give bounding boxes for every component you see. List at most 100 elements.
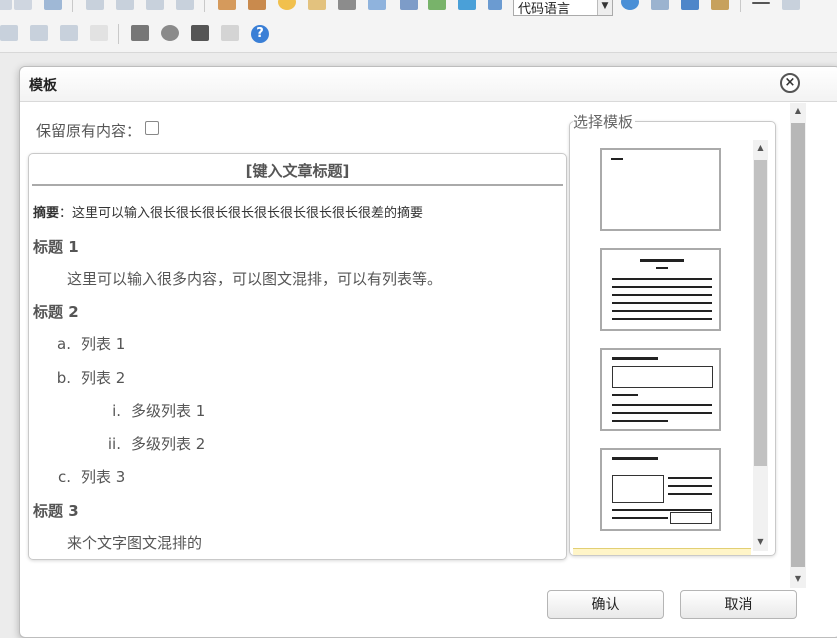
- webapp-icon[interactable]: [621, 0, 639, 10]
- list-item: ii. 多级列表 2: [101, 433, 205, 454]
- list-text: 列表 2: [81, 369, 126, 387]
- align-justify-icon[interactable]: [176, 0, 194, 10]
- keep-content-label: 保留原有内容：: [36, 122, 142, 140]
- preview-icon[interactable]: [161, 25, 179, 41]
- thumb-line: [668, 493, 712, 495]
- thumb-box: [612, 475, 664, 503]
- thumb-line: [612, 310, 712, 312]
- thumb-line: [612, 302, 712, 304]
- thumb-box: [670, 512, 712, 524]
- template-icon[interactable]: [681, 0, 699, 10]
- keep-content-row: 保留原有内容：: [36, 120, 160, 141]
- scroll-up-icon[interactable]: ▲: [790, 105, 806, 117]
- list-marker: i.: [112, 402, 121, 420]
- thumb-line: [612, 509, 712, 511]
- drafts-icon[interactable]: [221, 25, 239, 41]
- insert-table-icon[interactable]: [0, 25, 18, 41]
- preview-heading-3: 标题 3: [33, 502, 79, 520]
- dialog-scroll-thumb[interactable]: [791, 123, 805, 567]
- chooser-scroll-thumb[interactable]: [754, 160, 767, 466]
- template-preview: [键入文章标题] 摘要：这里可以输入很长很长很长很长很长很长很长很长很差的摘要 …: [28, 153, 567, 560]
- preview-heading-2: 标题 2: [33, 303, 79, 321]
- editor-toolbar: 代码语言 ▼ ?: [0, 0, 837, 53]
- redo-icon[interactable]: [14, 0, 32, 10]
- preview-paragraph-1: 这里可以输入很多内容，可以图文混排，可以有列表等。: [67, 270, 443, 288]
- align-right-icon[interactable]: [146, 0, 164, 10]
- dialog-header: 模板 ×: [20, 67, 837, 102]
- cancel-button[interactable]: 取消: [680, 590, 797, 619]
- scroll-up-icon[interactable]: ▲: [753, 142, 768, 154]
- attachment-icon[interactable]: [400, 0, 418, 10]
- template-chooser: ▲ ▼: [569, 121, 776, 556]
- list-marker: ii.: [107, 435, 121, 453]
- list-marker: a.: [57, 335, 71, 353]
- list-text: 多级列表 2: [131, 435, 206, 453]
- emoticon-icon[interactable]: [278, 0, 296, 10]
- abstract-label: 摘要: [33, 206, 60, 221]
- close-icon[interactable]: ×: [780, 73, 800, 93]
- code-language-select[interactable]: 代码语言 ▼: [513, 0, 613, 16]
- preview-title-rule: [32, 184, 563, 186]
- search-replace-icon[interactable]: [191, 25, 209, 41]
- list-text: 多级列表 1: [131, 402, 206, 420]
- anchor-icon[interactable]: [44, 0, 62, 10]
- help-icon[interactable]: ?: [251, 25, 269, 43]
- scrawl-icon[interactable]: [308, 0, 326, 10]
- map-icon[interactable]: [428, 0, 446, 10]
- insert-row-icon[interactable]: [60, 25, 78, 41]
- template-thumb-article[interactable]: [600, 248, 721, 331]
- template-thumb-summary[interactable]: [600, 348, 721, 431]
- thumb-line: [612, 394, 638, 396]
- scroll-down-icon[interactable]: ▼: [753, 536, 768, 548]
- thumb-line: [668, 485, 712, 487]
- list-marker: b.: [56, 369, 71, 387]
- delete-table-icon[interactable]: [30, 25, 48, 41]
- list-item: a. 列表 1: [51, 333, 125, 354]
- multi-image-icon[interactable]: [248, 0, 266, 10]
- keep-content-checkbox[interactable]: [145, 121, 160, 135]
- chooser-label: 选择模板: [573, 111, 636, 132]
- page-break-icon[interactable]: [651, 0, 669, 10]
- image-icon[interactable]: [218, 0, 236, 10]
- template-dialog: 模板 × 保留原有内容： [键入文章标题] 摘要：这里可以输入很长很长很长很长很…: [19, 66, 837, 638]
- background-icon[interactable]: [711, 0, 729, 10]
- list-marker: c.: [57, 468, 71, 486]
- thumb-line: [612, 357, 658, 360]
- toolbar-separator: [204, 0, 205, 12]
- print-icon[interactable]: [131, 25, 149, 41]
- thumb-line: [612, 278, 712, 280]
- gmap-icon[interactable]: [458, 0, 476, 10]
- thumb-line: [611, 158, 623, 160]
- dialog-title: 模板: [29, 78, 57, 94]
- horizontal-rule-icon[interactable]: [752, 2, 770, 4]
- align-left-icon[interactable]: [86, 0, 104, 10]
- date-icon[interactable]: [782, 0, 800, 10]
- preview-heading-1: 标题 1: [33, 238, 79, 256]
- paste-plain-icon[interactable]: [90, 25, 108, 41]
- list-text: 列表 1: [81, 335, 126, 353]
- chevron-down-icon: ▼: [597, 0, 612, 15]
- template-thumb-partial[interactable]: [573, 548, 751, 555]
- thumb-line: [612, 294, 712, 296]
- confirm-button[interactable]: 确认: [547, 590, 664, 619]
- list-item: b. 列表 2: [51, 367, 126, 388]
- template-thumb-blank[interactable]: [600, 148, 721, 231]
- align-center-icon[interactable]: [116, 0, 134, 10]
- toolbar-separator: [740, 0, 741, 12]
- thumb-line: [612, 404, 712, 406]
- template-thumb-mixed[interactable]: [600, 448, 721, 531]
- thumb-line: [656, 267, 668, 269]
- scroll-down-icon[interactable]: ▼: [790, 573, 806, 585]
- thumb-line: [612, 286, 712, 288]
- thumb-line: [612, 412, 712, 414]
- chooser-scrollbar[interactable]: ▲ ▼: [753, 140, 768, 551]
- music-icon[interactable]: [368, 0, 386, 10]
- list-text: 列表 3: [81, 468, 126, 486]
- list-item: c. 列表 3: [51, 466, 125, 487]
- dialog-scrollbar[interactable]: ▲ ▼: [790, 103, 806, 588]
- video-icon[interactable]: [338, 0, 356, 10]
- thumb-line: [668, 477, 712, 479]
- undo-icon[interactable]: [0, 0, 12, 10]
- insert-frame-icon[interactable]: [488, 0, 502, 10]
- thumb-box: [612, 366, 713, 388]
